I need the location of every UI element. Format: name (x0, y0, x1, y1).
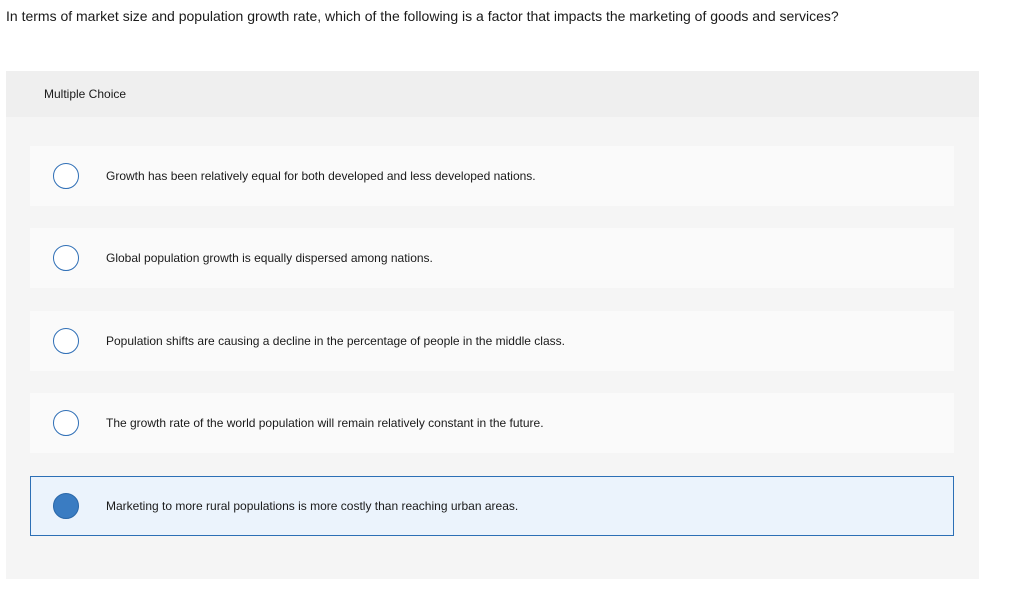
answer-choice-label: Population shifts are causing a decline … (106, 334, 565, 348)
question-text: In terms of market size and population g… (6, 8, 839, 24)
question-type-label: Multiple Choice (44, 87, 127, 101)
radio-button-selected-icon[interactable] (53, 493, 79, 519)
answer-choice-3[interactable]: Population shifts are causing a decline … (30, 311, 954, 371)
multiple-choice-panel: Multiple Choice Growth has been relative… (6, 71, 979, 579)
answer-choice-label: Marketing to more rural populations is m… (106, 499, 519, 513)
answer-choice-4[interactable]: The growth rate of the world population … (30, 393, 954, 453)
radio-button-icon[interactable] (53, 328, 79, 354)
radio-button-icon[interactable] (53, 410, 79, 436)
answer-choice-5[interactable]: Marketing to more rural populations is m… (30, 476, 954, 536)
answer-choice-label: Global population growth is equally disp… (106, 251, 433, 265)
answer-choice-2[interactable]: Global population growth is equally disp… (30, 228, 954, 288)
answer-choice-label: Growth has been relatively equal for bot… (106, 169, 536, 183)
radio-button-icon[interactable] (53, 163, 79, 189)
radio-button-icon[interactable] (53, 245, 79, 271)
answer-choice-1[interactable]: Growth has been relatively equal for bot… (30, 146, 954, 206)
panel-header: Multiple Choice (6, 71, 979, 117)
answer-choice-label: The growth rate of the world population … (106, 416, 544, 430)
page: In terms of market size and population g… (0, 0, 1024, 591)
